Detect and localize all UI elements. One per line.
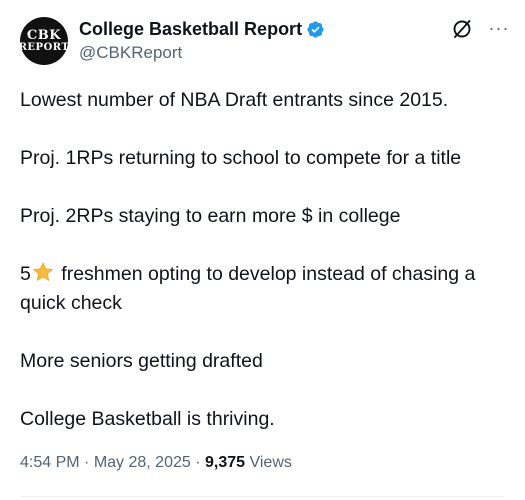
- tweet-text: Lowest number of NBA Draft entrants sinc…: [20, 86, 512, 463]
- tweet-paragraph: College Basketball is thriving.: [20, 408, 275, 430]
- author-names: College Basketball Report @CBKReport: [79, 17, 325, 63]
- tweet-paragraph: Proj. 2RPs staying to earn more $ in col…: [20, 205, 401, 227]
- views-label: Views: [245, 454, 292, 471]
- avatar-text-top: CBK: [26, 28, 62, 43]
- tweet-paragraph-star: 5 freshmen opting to develop instead of …: [20, 260, 512, 318]
- verified-badge-icon[interactable]: [306, 20, 325, 39]
- views-count: 9,375: [204, 454, 246, 471]
- tweet-paragraph: More seniors getting drafted: [20, 350, 263, 372]
- meta-separator: ·: [79, 454, 94, 471]
- avatar-text-bottom: REPORT: [18, 42, 70, 53]
- avatar[interactable]: CBK REPORT: [18, 17, 70, 65]
- grok-icon[interactable]: [450, 17, 474, 41]
- divider: [20, 496, 505, 497]
- more-options-icon[interactable]: ···: [488, 17, 510, 41]
- display-name[interactable]: College Basketball Report: [79, 19, 302, 40]
- author-handle[interactable]: @CBKReport: [79, 43, 325, 63]
- tweet-paragraph: Lowest number of NBA Draft entrants sinc…: [20, 89, 449, 111]
- tweet-meta: 4:54 PM · May 28, 2025 · 9,375 Views: [20, 454, 292, 472]
- meta-separator: ·: [190, 454, 205, 471]
- star-emoji-icon: [32, 261, 53, 281]
- star-paragraph-text: freshmen opting to develop instead of ch…: [20, 263, 476, 314]
- star-count: 5: [20, 263, 31, 285]
- tweet-header: CBK REPORT College Basketball Report @CB…: [18, 15, 510, 67]
- tweet-time[interactable]: 4:54 PM: [20, 454, 80, 471]
- display-name-row: College Basketball Report: [79, 17, 325, 41]
- tweet-date[interactable]: May 28, 2025: [94, 454, 191, 471]
- tweet-paragraph: Proj. 1RPs returning to school to compet…: [20, 147, 462, 169]
